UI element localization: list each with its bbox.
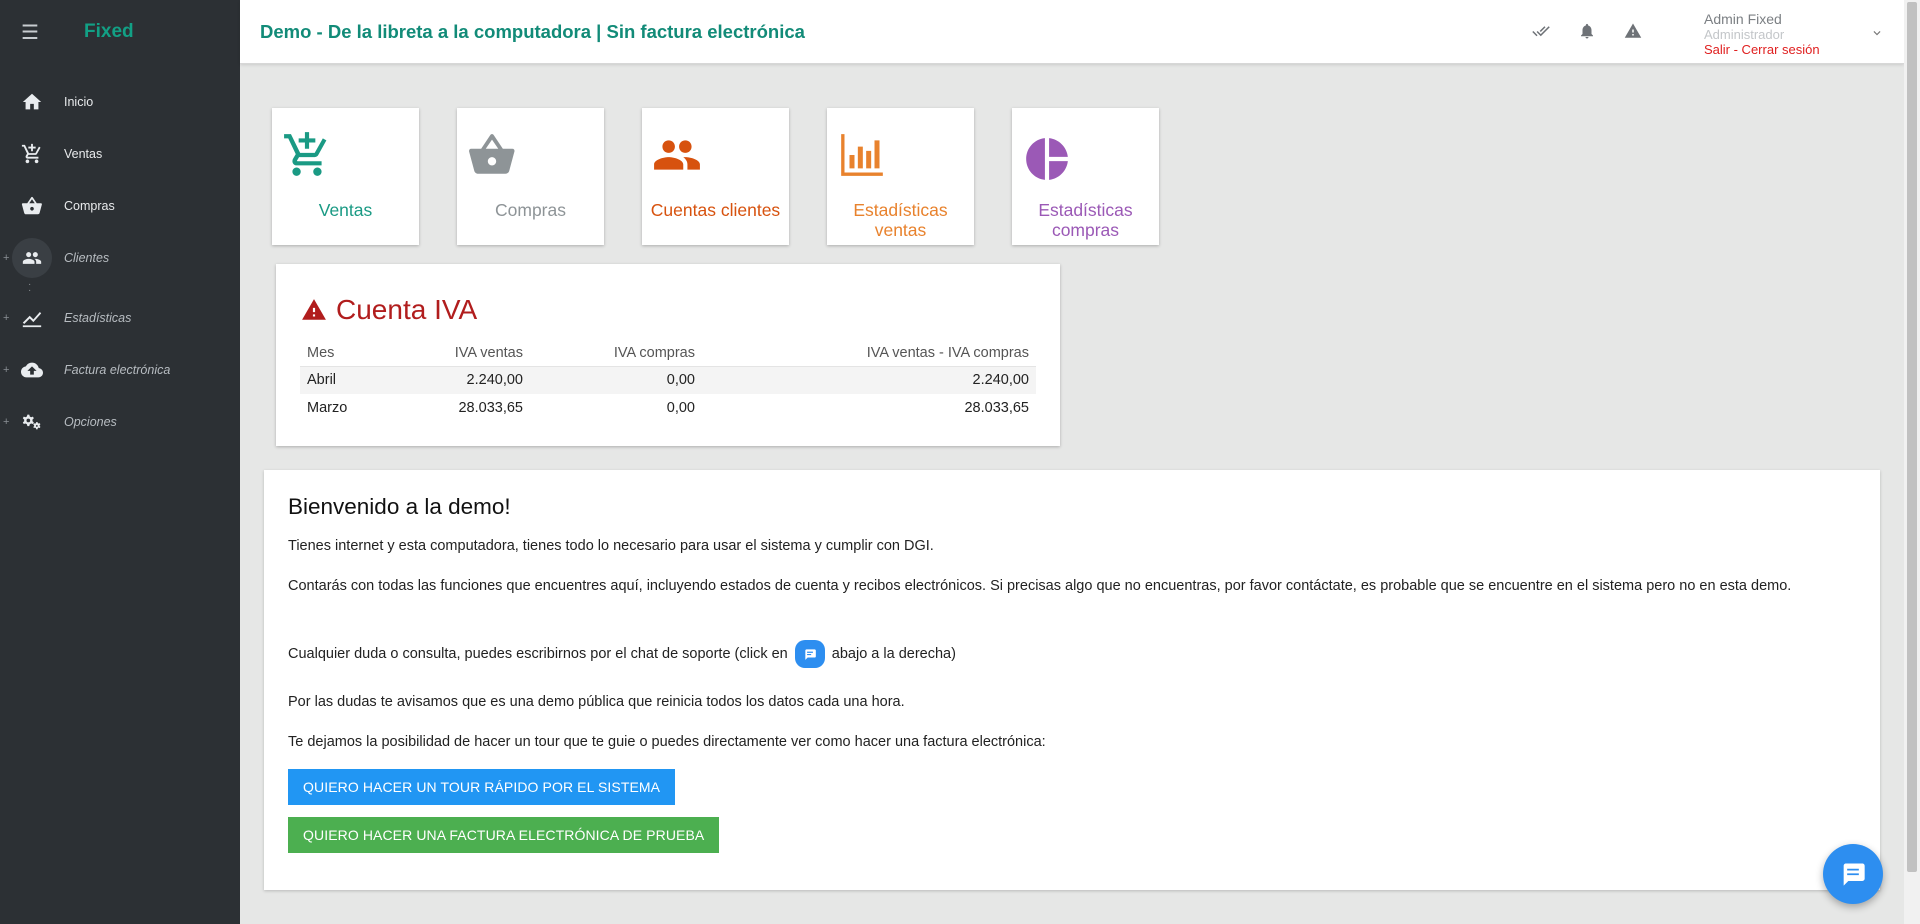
test-invoice-button[interactable]: QUIERO HACER UNA FACTURA ELECTRÓNICA DE … bbox=[288, 817, 720, 853]
table-header: Mes IVA ventas IVA compras IVA ventas - … bbox=[300, 340, 1036, 367]
home-icon bbox=[0, 91, 64, 113]
table-cell: 28.033,65 bbox=[964, 400, 1029, 416]
column-header: IVA ventas bbox=[400, 340, 530, 367]
cloud-upload-icon bbox=[0, 359, 64, 381]
user-name: Admin Fixed bbox=[1704, 11, 1782, 27]
table-cell: 2.240,00 bbox=[702, 366, 1036, 394]
pie-chart-icon bbox=[1022, 134, 1072, 189]
people-icon-wrap bbox=[0, 238, 64, 278]
table-row: Marzo 28.033,65 0,00 28.033,65 bbox=[300, 394, 1036, 422]
chart-line-icon bbox=[0, 307, 64, 329]
tile-label: Estadísticas ventas bbox=[827, 200, 974, 240]
table-cell: 0,00 bbox=[666, 400, 695, 416]
top-header: Demo - De la libreta a la computadora | … bbox=[240, 0, 1904, 64]
tile-label: Ventas bbox=[318, 200, 373, 220]
expand-icon: + bbox=[3, 416, 10, 428]
table-cell: Marzo bbox=[307, 400, 348, 416]
sidebar-item-label: Compras bbox=[64, 199, 115, 213]
basket-icon bbox=[0, 195, 64, 217]
logout-link[interactable]: Salir - Cerrar sesión bbox=[1704, 42, 1820, 57]
warning-icon bbox=[302, 299, 326, 320]
table-cell: 28.033,65 bbox=[458, 400, 523, 416]
table-cell: 2.240,00 bbox=[400, 366, 530, 394]
tile-ventas[interactable]: Ventas bbox=[272, 108, 419, 245]
gears-icon bbox=[0, 411, 64, 433]
tile-compras[interactable]: Compras bbox=[457, 108, 604, 245]
cuenta-iva-heading: Cuenta IVA bbox=[300, 294, 477, 326]
welcome-paragraph: Contarás con todas las funciones que enc… bbox=[288, 578, 1792, 594]
tour-button[interactable]: QUIERO HACER UN TOUR RÁPIDO POR EL SISTE… bbox=[288, 769, 676, 805]
sidebar-top: ☰ Fixed bbox=[0, 0, 240, 64]
sidebar: ☰ Fixed Inicio Ventas Compras + Clientes… bbox=[0, 0, 240, 924]
chat-text-after: abajo a la derecha) bbox=[831, 646, 956, 662]
sidebar-item-inicio[interactable]: Inicio bbox=[0, 76, 240, 128]
sidebar-item-opciones[interactable]: + Opciones bbox=[0, 396, 240, 448]
chevron-down-icon[interactable] bbox=[1870, 26, 1884, 45]
done-all-icon[interactable] bbox=[1532, 22, 1550, 45]
user-menu[interactable]: Admin Fixed Administrador Salir - Cerrar… bbox=[1704, 11, 1820, 58]
page-scrollbar[interactable] bbox=[1904, 0, 1920, 924]
expand-icon: + bbox=[3, 312, 10, 324]
tile-cuentas-clientes[interactable]: Cuentas clientes bbox=[642, 108, 789, 245]
welcome-paragraph: Tienes internet y esta computadora, tien… bbox=[288, 538, 934, 554]
table-cell: 0,00 bbox=[530, 366, 702, 394]
header-icons bbox=[1532, 22, 1642, 45]
sidebar-item-ventas[interactable]: Ventas bbox=[0, 128, 240, 180]
sidebar-item-label: Clientes bbox=[64, 251, 110, 265]
brand-logo[interactable]: Fixed bbox=[84, 21, 134, 43]
tile-label-line2: ventas bbox=[874, 220, 927, 240]
welcome-title: Bienvenido a la demo! bbox=[288, 494, 511, 519]
tile-label: Estadísticas compras bbox=[1012, 200, 1159, 240]
chat-icon bbox=[1843, 863, 1865, 886]
cart-plus-icon bbox=[0, 143, 64, 165]
tile-label-line1: Estadísticas bbox=[1038, 200, 1133, 220]
sidebar-nav: Inicio Ventas Compras + Clientes · · + E… bbox=[0, 76, 240, 448]
tile-label: Cuentas clientes bbox=[650, 200, 781, 220]
sidebar-item-label: Factura electrónica bbox=[64, 363, 171, 377]
expand-icon: + bbox=[3, 364, 10, 376]
page-title: Demo - De la libreta a la computadora | … bbox=[260, 20, 805, 42]
tile-estadisticas-ventas[interactable]: Estadísticas ventas bbox=[827, 108, 974, 245]
table-cell: Abril bbox=[300, 366, 400, 394]
cuenta-iva-card: Cuenta IVA Mes IVA ventas IVA compras IV… bbox=[276, 264, 1060, 446]
tile-estadisticas-compras[interactable]: Estadísticas compras bbox=[1012, 108, 1159, 245]
iva-table: Mes IVA ventas IVA compras IVA ventas - … bbox=[300, 340, 1036, 422]
welcome-paragraph: Por las dudas te avisamos que es una dem… bbox=[288, 694, 905, 710]
cuenta-iva-title: Cuenta IVA bbox=[336, 294, 478, 325]
table-row: Abril 2.240,00 0,00 2.240,00 bbox=[300, 366, 1036, 394]
scrollbar-thumb[interactable] bbox=[1907, 2, 1917, 872]
menu-icon[interactable]: ☰ bbox=[0, 20, 60, 45]
column-header: IVA ventas - IVA compras bbox=[702, 340, 1036, 367]
sidebar-item-compras[interactable]: Compras bbox=[0, 180, 240, 232]
bell-icon[interactable] bbox=[1578, 22, 1596, 45]
chat-text-before: Cualquier duda o consulta, puedes escrib… bbox=[288, 646, 788, 662]
cart-plus-icon bbox=[282, 130, 332, 185]
sidebar-item-estadisticas[interactable]: + Estadísticas bbox=[0, 292, 240, 344]
basket-icon bbox=[467, 130, 517, 185]
people-icon bbox=[652, 130, 702, 185]
expand-icon: + bbox=[3, 252, 10, 264]
welcome-card: Bienvenido a la demo! Tienes internet y … bbox=[264, 470, 1880, 890]
tile-label-line2: compras bbox=[1051, 220, 1120, 240]
welcome-paragraph-chat: Cualquier duda o consulta, puedes escrib… bbox=[288, 640, 1848, 669]
column-header: Mes bbox=[300, 340, 400, 367]
bar-chart-icon bbox=[837, 130, 887, 185]
sidebar-item-label: Estadísticas bbox=[64, 311, 132, 325]
column-header: IVA compras bbox=[530, 340, 702, 367]
tile-label-line1: Estadísticas bbox=[853, 200, 948, 220]
welcome-paragraph: Te dejamos la posibilidad de hacer un to… bbox=[288, 734, 1046, 750]
tile-label: Compras bbox=[495, 200, 566, 220]
support-chat-button[interactable] bbox=[1823, 844, 1883, 904]
warning-icon[interactable] bbox=[1624, 22, 1642, 45]
user-role: Administrador bbox=[1704, 27, 1785, 42]
chat-icon bbox=[794, 640, 825, 669]
sidebar-item-label: Inicio bbox=[64, 95, 94, 109]
people-icon bbox=[12, 238, 52, 278]
sidebar-item-clientes[interactable]: + Clientes · · bbox=[0, 232, 240, 296]
sidebar-item-label: Opciones bbox=[64, 415, 117, 429]
sidebar-item-factura-electronica[interactable]: + Factura electrónica bbox=[0, 344, 240, 396]
sidebar-item-label: Ventas bbox=[64, 147, 103, 161]
